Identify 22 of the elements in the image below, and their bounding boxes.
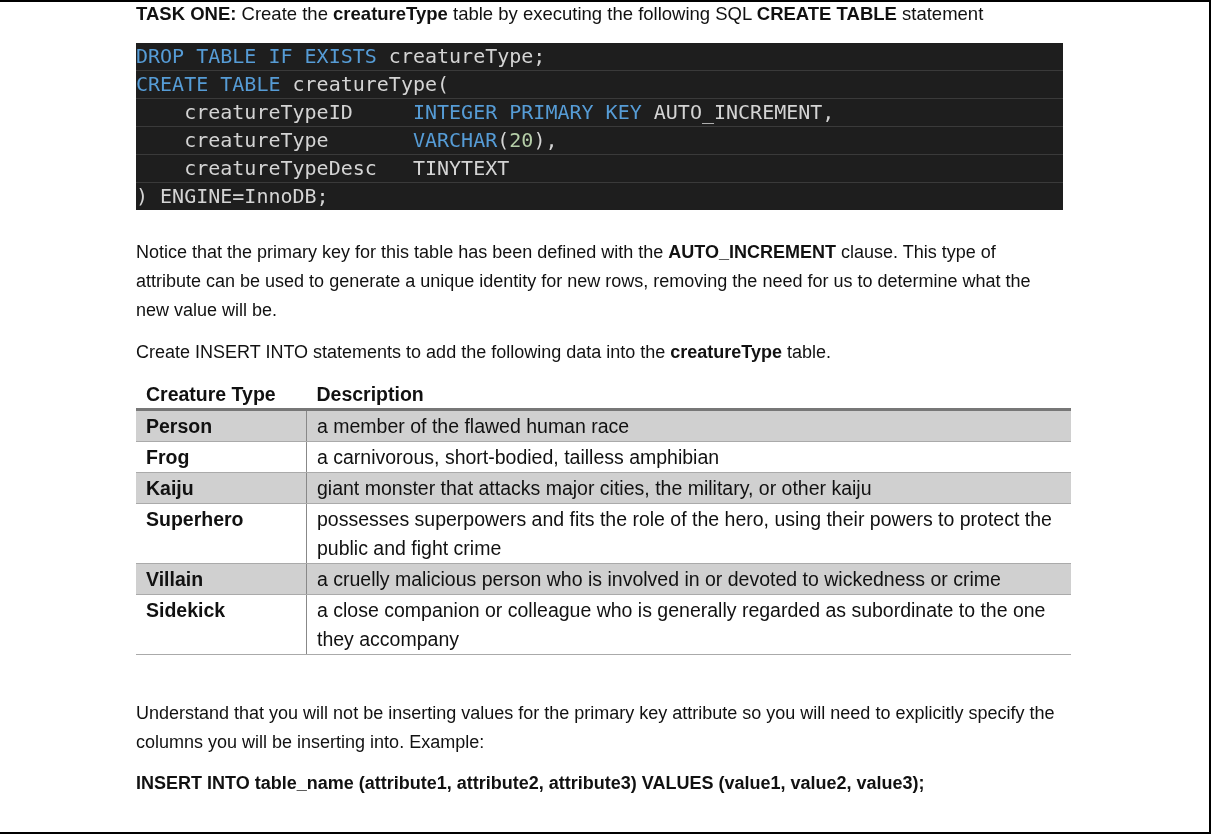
table-cell: a member of the flawed human race: [306, 409, 1071, 442]
code-line: creatureTypeDesc TINYTEXT: [136, 155, 1063, 183]
code-line: ) ENGINE=InnoDB;: [136, 183, 330, 210]
task-heading: TASK ONE: Create the creatureType table by executing the following SQL CREATE TABLE statement: [136, 2, 985, 26]
table-cell: Villain: [136, 563, 307, 595]
paragraph: Create INSERT INTO statements to add the following data into the creatureType table.: [136, 341, 833, 364]
table-cell: a close companion or colleague who is generally regarded as subordinate to the one they accompany: [306, 594, 1071, 655]
code-line: CREATE TABLE creatureType(: [136, 71, 1063, 99]
table-cell: Kaiju: [136, 472, 307, 504]
table-cell: a cruelly malicious person who is involved in or devoted to wickedness or crime: [306, 563, 1071, 595]
code-line: creatureType VARCHAR(20),: [136, 127, 1063, 155]
table-cell: Sidekick: [136, 594, 307, 655]
table-cell: Frog: [136, 441, 307, 473]
table-cell: Superhero: [136, 503, 307, 564]
example-statement: INSERT INTO table_name (attribute1, attribute2, attribute3) VALUES (value1, value2, value3);: [136, 772, 926, 795]
paragraph: Understand that you will not be inserting values for the primary key attribute so you will need to explicitly specify the columns you will be inserting into. Example:: [136, 702, 1056, 754]
table-cell: Person: [136, 409, 307, 442]
table-cell: giant monster that attacks major cities, the military, or other kaiju: [306, 472, 1071, 504]
code-line: DROP TABLE IF EXISTS creatureType;: [136, 43, 1063, 71]
paragraph: Notice that the primary key for this table has been defined with the AUTO_INCREMENT clause. This type of attribute can be used to generate a unique identity for new rows, removing the need for us to determine what the new value will be.: [136, 241, 1032, 322]
table-cell: a carnivorous, short-bodied, tailless amphibian: [306, 441, 1071, 473]
code-line: creatureTypeID INTEGER PRIMARY KEY AUTO_INCREMENT,: [136, 99, 1063, 127]
